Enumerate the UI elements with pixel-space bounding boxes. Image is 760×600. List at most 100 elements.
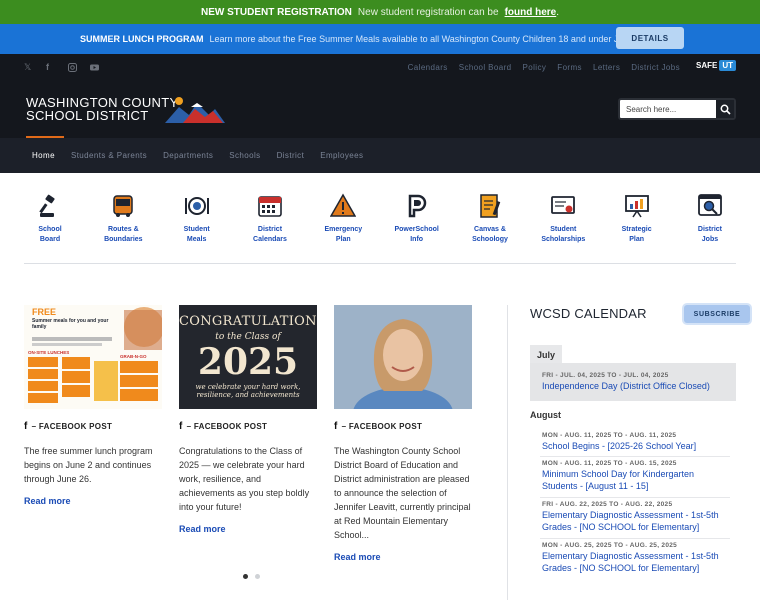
- event-date: FRI - JUL. 04, 2025 TO - JUL. 04, 2025: [542, 372, 669, 379]
- card-source-label: – FACEBOOK POST: [186, 422, 268, 431]
- img-year: 2025: [197, 341, 299, 383]
- img-tagline-1: we celebrate your hard work,: [195, 383, 301, 391]
- read-more-link[interactable]: Read more: [334, 552, 472, 562]
- facebook-icon[interactable]: f: [46, 63, 55, 72]
- nav-home[interactable]: Home: [24, 151, 63, 160]
- calendar-event[interactable]: MON - AUG. 11, 2025 TO - AUG. 11, 2025 S…: [542, 432, 732, 452]
- card-source: f – FACEBOOK POST: [24, 421, 162, 432]
- subscribe-button[interactable]: SUBSCRIBE: [684, 305, 750, 323]
- document-pen-icon: [477, 193, 503, 219]
- powerschool-icon: [404, 193, 430, 219]
- class-of-2025-image[interactable]: CONGRATULATIONS to the Class of 2025 we …: [179, 305, 317, 409]
- x-icon[interactable]: 𝕏: [24, 63, 33, 72]
- util-link-letters[interactable]: Letters: [593, 63, 620, 72]
- facebook-icon: f: [24, 421, 28, 432]
- card-source-label: – FACEBOOK POST: [341, 422, 423, 431]
- news-card[interactable]: FREE Summer meals for you and your famil…: [24, 305, 162, 506]
- news-card[interactable]: CONGRATULATIONS to the Class of 2025 we …: [179, 305, 317, 534]
- month-label-august: August: [530, 410, 561, 420]
- banner-suffix: .: [556, 6, 560, 18]
- card-body: The Washington County School District Bo…: [334, 446, 471, 540]
- nav-district[interactable]: District: [269, 151, 313, 160]
- utility-nav: Calendars School Board Policy Forms Lett…: [408, 63, 680, 72]
- quick-link-district-jobs[interactable]: District Jobs: [684, 193, 736, 263]
- carousel-dot[interactable]: [255, 574, 260, 579]
- util-link-calendars[interactable]: Calendars: [408, 63, 448, 72]
- quick-link-school-board[interactable]: School Board: [24, 193, 76, 263]
- event-title[interactable]: Independence Day (District Office Closed…: [542, 380, 736, 392]
- quick-link-label: Calendars: [253, 236, 287, 243]
- nav-employees[interactable]: Employees: [312, 151, 371, 160]
- logo-line-2: SCHOOL DISTRICT: [26, 108, 149, 123]
- quick-link-label: Scholarships: [541, 236, 586, 243]
- flyer-grab-label: GRAB-N-GO: [120, 354, 147, 359]
- quick-link-student-meals[interactable]: Student Meals: [171, 193, 223, 263]
- news-card[interactable]: f – FACEBOOK POST The Washington County …: [334, 305, 472, 562]
- banner-link[interactable]: found here: [505, 7, 557, 18]
- search-box: Search here...: [618, 98, 736, 120]
- page: NEW STUDENT REGISTRATION New student reg…: [0, 0, 760, 600]
- read-more-link[interactable]: Read more: [179, 524, 317, 534]
- quick-link-powerschool[interactable]: PowerSchool Info: [391, 193, 443, 263]
- event-date: MON - AUG. 11, 2025 TO - AUG. 15, 2025: [542, 460, 677, 467]
- event-divider: [540, 497, 730, 498]
- alert-title: SUMMER LUNCH PROGRAM: [80, 34, 204, 44]
- summer-lunch-flyer-image[interactable]: FREE Summer meals for you and your famil…: [24, 305, 162, 409]
- event-title[interactable]: Minimum School Day for Kindergarten Stud…: [542, 468, 732, 492]
- month-label-july: July: [530, 345, 562, 364]
- util-link-school-board[interactable]: School Board: [459, 63, 512, 72]
- gavel-icon: [37, 193, 63, 219]
- safe-ut-safe: SAFE: [696, 61, 718, 70]
- read-more-link[interactable]: Read more: [24, 496, 162, 506]
- event-title[interactable]: School Begins - [2025-26 School Year]: [542, 440, 732, 452]
- calendar-icon: [257, 193, 283, 219]
- quick-link-scholarships[interactable]: Student Scholarships: [537, 193, 589, 263]
- util-link-policy[interactable]: Policy: [523, 63, 547, 72]
- details-button[interactable]: DETAILS: [616, 27, 684, 49]
- youtube-icon[interactable]: [90, 63, 99, 72]
- nav-schools[interactable]: Schools: [221, 151, 268, 160]
- nav-students-parents[interactable]: Students & Parents: [63, 151, 155, 160]
- principal-photo-image[interactable]: [334, 305, 472, 409]
- quick-link-label: Strategic: [621, 226, 652, 233]
- instagram-icon[interactable]: [68, 63, 77, 72]
- banner-message: New student registration can be: [357, 6, 499, 18]
- quick-link-district-calendars[interactable]: District Calendars: [244, 193, 296, 263]
- quick-link-label: School: [38, 226, 62, 233]
- alert-text: Learn more about the Free Summer Meals a…: [209, 34, 659, 44]
- img-congratulations: CONGRATULATIONS: [179, 314, 317, 329]
- card-body: Congratulations to the Class of 2025 — w…: [179, 446, 310, 512]
- facebook-icon: f: [334, 421, 338, 432]
- quick-links: School Board Routes & Boundaries Student Me…: [24, 193, 736, 263]
- calendar-event[interactable]: FRI - AUG. 22, 2025 TO - AUG. 22, 2025 E…: [542, 501, 732, 533]
- quick-link-label: Board: [39, 236, 61, 243]
- event-title[interactable]: Elementary Diagnostic Assessment - 1st-5…: [542, 509, 732, 533]
- logo-mountains-icon: [165, 97, 225, 123]
- search-input[interactable]: Search here...: [620, 105, 716, 114]
- quick-link-label: Student: [550, 226, 577, 233]
- banner-title: NEW STUDENT REGISTRATION: [200, 6, 352, 18]
- quick-link-label: Emergency: [324, 226, 363, 233]
- quick-link-label: Routes &: [107, 226, 139, 233]
- calendar-event[interactable]: MON - AUG. 11, 2025 TO - AUG. 15, 2025 M…: [542, 460, 732, 492]
- nav-departments[interactable]: Departments: [155, 151, 221, 160]
- event-title[interactable]: Elementary Diagnostic Assessment - 1st-5…: [542, 550, 732, 574]
- district-logo-text[interactable]: WASHINGTON COUNTY SCHOOL DISTRICT: [26, 96, 178, 122]
- calendar-event[interactable]: FRI - JUL. 04, 2025 TO - JUL. 04, 2025 I…: [530, 363, 736, 401]
- event-date: MON - AUG. 11, 2025 TO - AUG. 11, 2025: [542, 432, 677, 439]
- social-links: 𝕏 f: [24, 63, 99, 72]
- quick-link-canvas-schoology[interactable]: Canvas & Schoology: [464, 193, 516, 263]
- card-body: The free summer lunch program begins on …: [24, 446, 153, 484]
- quick-link-emergency-plan[interactable]: Emergency Plan: [317, 193, 369, 263]
- calendar-event[interactable]: MON - AUG. 25, 2025 TO - AUG. 25, 2025 E…: [542, 542, 732, 574]
- img-tagline-2: resilience, and achievements: [196, 391, 300, 399]
- quick-link-label: District: [697, 226, 723, 233]
- util-link-forms[interactable]: Forms: [557, 63, 582, 72]
- quick-link-strategic-plan[interactable]: Strategic Plan: [611, 193, 663, 263]
- util-link-district-jobs[interactable]: District Jobs: [631, 63, 680, 72]
- quick-link-routes[interactable]: Routes & Boundaries: [97, 193, 149, 263]
- search-button[interactable]: [716, 100, 734, 118]
- carousel-dot[interactable]: [243, 574, 248, 579]
- registration-banner: NEW STUDENT REGISTRATION New student reg…: [0, 0, 760, 24]
- safe-ut-link[interactable]: SAFE UT: [696, 60, 737, 71]
